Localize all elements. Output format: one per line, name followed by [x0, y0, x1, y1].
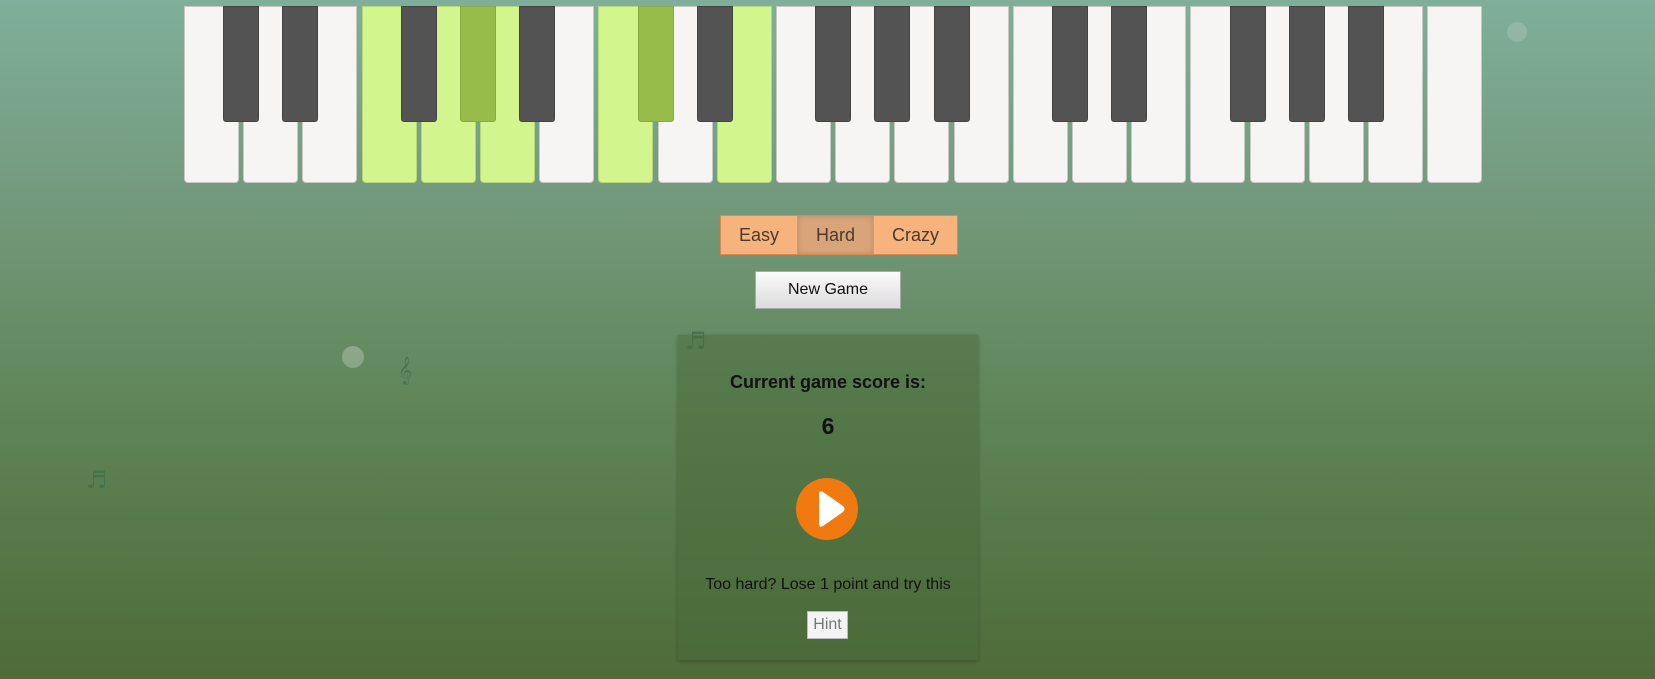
piano-black-key[interactable] [1111, 6, 1147, 122]
piano-black-key[interactable] [1230, 6, 1266, 122]
piano-black-key[interactable] [815, 6, 851, 122]
piano-black-key[interactable] [1289, 6, 1325, 122]
hint-description: Too hard? Lose 1 point and try this [705, 576, 951, 593]
score-label: Current game score is: [729, 372, 927, 392]
score-value: 6 [821, 413, 835, 439]
piano-black-key[interactable] [697, 6, 733, 122]
piano-keyboard [184, 6, 1483, 184]
play-icon [819, 491, 845, 527]
piano-black-key[interactable] [638, 6, 674, 122]
treble-clef-icon: 𝄞 [398, 356, 413, 384]
piano-black-key[interactable] [223, 6, 259, 122]
floating-bubble [342, 346, 364, 368]
piano-black-key[interactable] [1348, 6, 1384, 122]
piano-black-key[interactable] [401, 6, 437, 122]
difficulty-selector: Easy Hard Crazy [720, 215, 959, 255]
play-button[interactable] [796, 478, 858, 540]
piano-black-key[interactable] [874, 6, 910, 122]
floating-bubble [1507, 22, 1527, 42]
level-easy-button[interactable]: Easy [721, 216, 799, 254]
piano-black-key[interactable] [460, 6, 496, 122]
hint-button[interactable]: Hint [807, 611, 848, 639]
level-hard-button[interactable]: Hard [798, 216, 875, 254]
score-panel: Current game score is: 6 Too hard? Lose … [678, 335, 978, 660]
piano-black-key[interactable] [1052, 6, 1088, 122]
music-note-icon: ♬ [86, 466, 108, 494]
piano-white-key[interactable] [1427, 6, 1482, 183]
new-game-button[interactable]: New Game [755, 271, 901, 309]
piano-black-key[interactable] [519, 6, 555, 122]
piano-black-key[interactable] [282, 6, 318, 122]
level-crazy-button[interactable]: Crazy [874, 216, 958, 254]
piano-black-key[interactable] [934, 6, 970, 122]
